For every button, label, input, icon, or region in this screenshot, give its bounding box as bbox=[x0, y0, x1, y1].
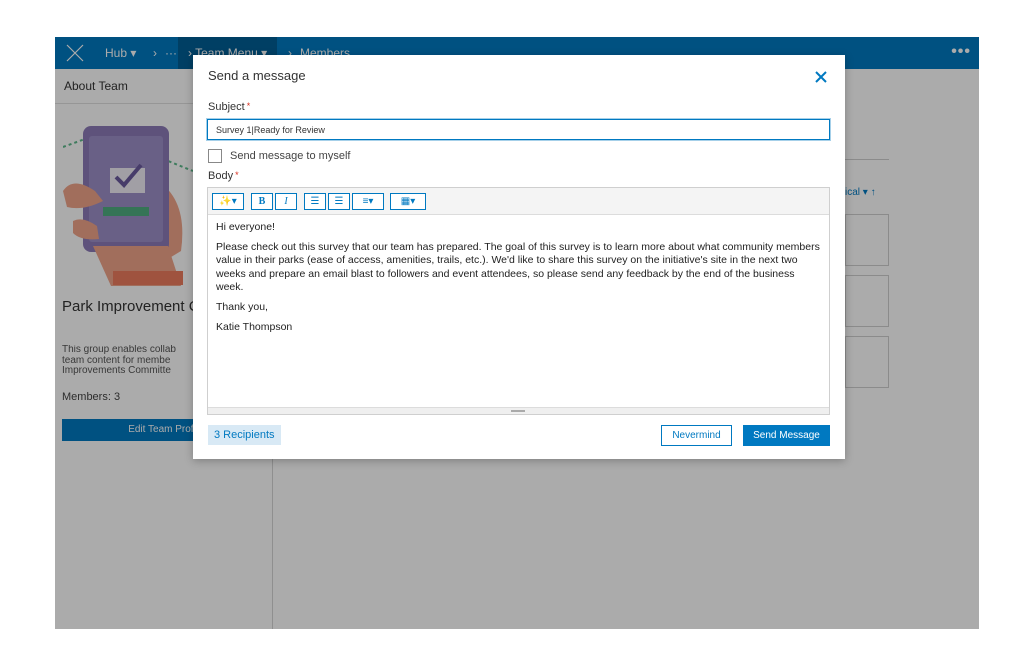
align-dropdown-icon[interactable]: ≡▾ bbox=[352, 193, 384, 210]
required-marker: * bbox=[247, 101, 251, 111]
resize-grip-icon bbox=[511, 410, 525, 412]
body-greeting: Hi everyone! bbox=[216, 221, 821, 235]
body-closing: Thank you, bbox=[216, 301, 821, 315]
unordered-list-icon[interactable]: ☰ bbox=[328, 193, 350, 210]
body-label: Body* bbox=[208, 170, 239, 182]
editor-resize-handle[interactable] bbox=[208, 407, 829, 414]
body-paragraph: Please check out this survey that our te… bbox=[216, 241, 820, 295]
nevermind-button[interactable]: Nevermind bbox=[661, 425, 732, 446]
message-body-textarea[interactable]: Hi everyone! Please check out this surve… bbox=[208, 215, 829, 408]
subject-label-text: Subject bbox=[208, 101, 245, 113]
required-marker: * bbox=[235, 170, 239, 180]
close-icon[interactable] bbox=[813, 69, 829, 85]
send-message-button[interactable]: Send Message bbox=[743, 425, 830, 446]
recipients-badge[interactable]: 3 Recipients bbox=[208, 425, 281, 445]
magic-format-icon[interactable]: ✨▾ bbox=[212, 193, 244, 210]
rich-text-editor: ✨▾ B I ☰ ☰ ≡▾ ▦▾ Hi everyone! Please che… bbox=[207, 187, 830, 415]
subject-input[interactable] bbox=[207, 119, 830, 140]
send-to-self-label[interactable]: Send message to myself bbox=[230, 150, 350, 162]
send-message-dialog: Send a message Subject* Send message to … bbox=[193, 55, 845, 459]
subject-label: Subject* bbox=[208, 101, 250, 113]
bold-button[interactable]: B bbox=[251, 193, 273, 210]
italic-button[interactable]: I bbox=[275, 193, 297, 210]
table-dropdown-icon[interactable]: ▦▾ bbox=[390, 193, 426, 210]
body-signature: Katie Thompson bbox=[216, 321, 821, 335]
body-label-text: Body bbox=[208, 170, 233, 182]
dialog-title: Send a message bbox=[208, 68, 306, 83]
editor-toolbar: ✨▾ B I ☰ ☰ ≡▾ ▦▾ bbox=[208, 188, 829, 215]
send-to-self-checkbox[interactable] bbox=[208, 149, 222, 163]
ordered-list-icon[interactable]: ☰ bbox=[304, 193, 326, 210]
